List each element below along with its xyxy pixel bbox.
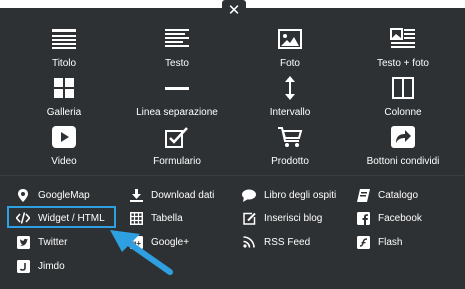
add-table-button[interactable]: Tabella	[129, 209, 183, 227]
map-pin-icon	[16, 188, 30, 202]
video-play-icon	[6, 124, 122, 150]
form-checkbox-icon	[119, 124, 235, 150]
table-icon	[129, 211, 143, 225]
edit-icon	[242, 211, 256, 225]
separator-line-icon	[119, 75, 235, 101]
add-title-label: Titolo	[51, 58, 77, 69]
add-flash-button[interactable]: Flash	[356, 233, 402, 251]
add-product-button[interactable]: Prodotto	[232, 124, 348, 167]
add-separator-button[interactable]: Linea separazione	[119, 75, 235, 118]
add-form-button[interactable]: Formulario	[119, 124, 235, 167]
add-rss-label: RSS Feed	[264, 236, 311, 248]
facebook-icon	[356, 211, 370, 225]
section-divider	[0, 175, 465, 176]
add-text-button[interactable]: Testo	[119, 26, 235, 69]
add-twitter-label: Twitter	[38, 236, 68, 248]
add-text-label: Testo	[165, 58, 189, 69]
add-jimdo-button[interactable]: Jimdo	[16, 257, 65, 275]
add-text-photo-label: Testo + foto	[377, 58, 429, 69]
speech-bubble-icon	[242, 188, 256, 202]
add-spacer-label: Intervallo	[269, 107, 311, 118]
add-googlemap-label: GoogleMap	[38, 189, 90, 201]
add-photo-label: Foto	[279, 58, 300, 69]
title-lines-icon	[6, 26, 122, 52]
add-text-photo-button[interactable]: Testo + foto	[345, 26, 461, 69]
add-video-label: Video	[51, 156, 77, 167]
add-share-buttons-label: Bottoni condividi	[366, 156, 440, 167]
add-catalog-button[interactable]: Catalogo	[356, 186, 418, 204]
add-rss-button[interactable]: RSS Feed	[242, 233, 310, 251]
add-video-button[interactable]: Video	[6, 124, 122, 167]
add-guestbook-button[interactable]: Libro degli ospiti	[242, 186, 336, 204]
add-flash-label: Flash	[378, 236, 403, 248]
add-separator-label: Linea separazione	[136, 107, 218, 118]
add-photo-button[interactable]: Foto	[232, 26, 348, 69]
add-twitter-button[interactable]: Twitter	[16, 233, 67, 251]
cart-icon	[232, 124, 348, 150]
book-icon	[356, 188, 370, 202]
rss-icon	[242, 235, 256, 249]
highlight-box	[7, 206, 116, 228]
flash-icon	[356, 235, 370, 249]
add-columns-button[interactable]: Colonne	[345, 75, 461, 118]
close-icon: ✕	[227, 2, 241, 19]
add-catalog-label: Catalogo	[378, 189, 419, 201]
twitter-icon	[16, 235, 30, 249]
add-download-button[interactable]: Download dati	[129, 186, 214, 204]
share-icon	[345, 124, 461, 150]
add-table-label: Tabella	[151, 212, 183, 224]
add-columns-label: Colonne	[384, 107, 422, 118]
add-share-buttons-button[interactable]: Bottoni condividi	[345, 124, 461, 167]
add-product-label: Prodotto	[271, 156, 309, 167]
add-download-label: Download dati	[151, 189, 215, 201]
gallery-grid-icon	[6, 75, 122, 101]
pointer-arrow-icon	[110, 230, 173, 275]
add-title-button[interactable]: Titolo	[6, 26, 122, 69]
add-googlemap-button[interactable]: GoogleMap	[16, 186, 90, 204]
columns-icon	[345, 75, 461, 101]
photo-icon	[232, 26, 348, 52]
add-gallery-button[interactable]: Galleria	[6, 75, 122, 118]
close-button[interactable]: ✕	[222, 0, 246, 22]
add-guestbook-label: Libro degli ospiti	[264, 189, 337, 201]
add-blog-button[interactable]: Inserisci blog	[242, 209, 322, 227]
add-jimdo-label: Jimdo	[38, 260, 65, 272]
jimdo-icon	[16, 259, 30, 273]
add-facebook-label: Facebook	[378, 212, 422, 224]
add-facebook-button[interactable]: Facebook	[356, 209, 422, 227]
add-spacer-button[interactable]: Intervallo	[232, 75, 348, 118]
text-photo-icon	[345, 26, 461, 52]
add-form-label: Formulario	[153, 156, 201, 167]
add-gallery-label: Galleria	[46, 107, 82, 118]
spacer-arrows-icon	[232, 75, 348, 101]
download-icon	[129, 188, 143, 202]
text-lines-icon	[119, 26, 235, 52]
add-blog-label: Inserisci blog	[264, 212, 323, 224]
